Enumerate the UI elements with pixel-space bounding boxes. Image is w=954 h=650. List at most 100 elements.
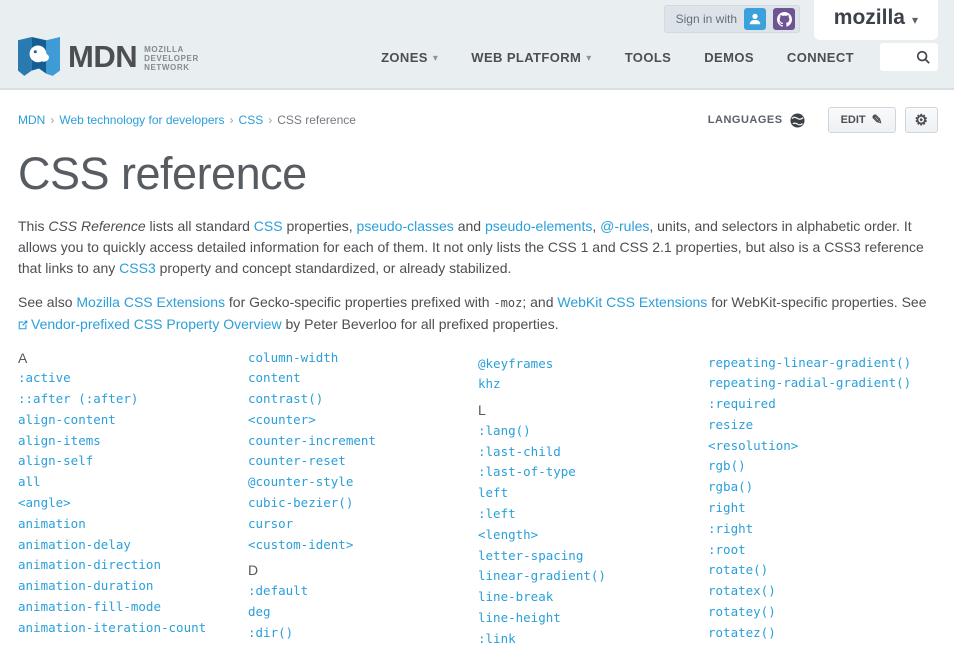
index-entry-link[interactable]: counter-reset bbox=[248, 453, 346, 468]
index-entry: linear-gradient() bbox=[478, 566, 708, 587]
inline-link[interactable]: CSS bbox=[254, 218, 283, 234]
languages-button[interactable]: LANGUAGES bbox=[708, 113, 805, 128]
index-entry-link[interactable]: rgba() bbox=[708, 479, 753, 494]
signin-persona-button[interactable] bbox=[744, 8, 766, 30]
index-entry-link[interactable]: align-content bbox=[18, 412, 116, 427]
nav-item-tools[interactable]: TOOLS bbox=[625, 50, 672, 65]
nav-item-web-platform[interactable]: WEB PLATFORM▾ bbox=[471, 50, 591, 65]
index-entry-link[interactable]: @counter-style bbox=[248, 474, 353, 489]
index-entry-link[interactable]: <counter> bbox=[248, 412, 316, 427]
index-entry-link[interactable]: animation-delay bbox=[18, 537, 131, 552]
index-entry-link[interactable]: animation-fill-mode bbox=[18, 599, 161, 614]
breadcrumb-link[interactable]: Web technology for developers bbox=[59, 113, 224, 127]
index-entry: align-items bbox=[18, 431, 248, 452]
index-entry-link[interactable]: :required bbox=[708, 396, 776, 411]
breadcrumb-link[interactable]: MDN bbox=[18, 113, 45, 127]
index-entry-link[interactable]: linear-gradient() bbox=[478, 568, 606, 583]
index-entry-link[interactable]: repeating-radial-gradient() bbox=[708, 375, 911, 390]
edit-button[interactable]: EDIT ✎ bbox=[828, 107, 896, 133]
index-entry: letter-spacing bbox=[478, 546, 708, 567]
index-entry-link[interactable]: <length> bbox=[478, 527, 538, 542]
inline-link[interactable]: pseudo-classes bbox=[357, 218, 454, 234]
signin-github-button[interactable] bbox=[773, 8, 795, 30]
index-entry-link[interactable]: :link bbox=[478, 631, 516, 646]
index-entry-link[interactable]: animation bbox=[18, 516, 86, 531]
index-entry: rotatez() bbox=[708, 623, 938, 644]
index-entry-link[interactable]: ::after (:after) bbox=[18, 391, 138, 406]
index-entry-link[interactable]: column-width bbox=[248, 350, 338, 365]
index-entry-link[interactable]: <custom-ident> bbox=[248, 537, 353, 552]
index-entry-link[interactable]: deg bbox=[248, 604, 271, 619]
index-entry-link[interactable]: align-self bbox=[18, 453, 93, 468]
index-entry-link[interactable]: resize bbox=[708, 417, 753, 432]
index-entry-link[interactable]: :default bbox=[248, 583, 308, 598]
search-box[interactable] bbox=[880, 43, 938, 71]
index-entry-link[interactable]: rotate() bbox=[708, 562, 768, 577]
intro-paragraph: See also Mozilla CSS Extensions for Geck… bbox=[18, 292, 938, 335]
settings-button[interactable]: ⚙ bbox=[905, 107, 938, 133]
index-entry: <length> bbox=[478, 525, 708, 546]
index-entry-link[interactable]: contrast() bbox=[248, 391, 323, 406]
index-entry-link[interactable]: counter-increment bbox=[248, 433, 376, 448]
index-entry-link[interactable]: :active bbox=[18, 370, 71, 385]
index-entry-link[interactable]: @keyframes bbox=[478, 356, 553, 371]
nav-item-demos[interactable]: DEMOS bbox=[704, 50, 754, 65]
inline-link[interactable]: pseudo-elements bbox=[485, 218, 592, 234]
index-entry-link[interactable]: rgb() bbox=[708, 458, 746, 473]
index-entry-link[interactable]: :last-child bbox=[478, 444, 561, 459]
index-entry-link[interactable]: animation-duration bbox=[18, 578, 153, 593]
nav-item-zones[interactable]: ZONES▾ bbox=[381, 50, 438, 65]
index-entry-link[interactable]: animation-direction bbox=[18, 557, 161, 572]
index-entry: column-width bbox=[248, 348, 478, 369]
index-entry-link[interactable]: animation-iteration-count bbox=[18, 620, 206, 635]
inline-link[interactable]: CSS3 bbox=[119, 260, 156, 276]
globe-icon bbox=[783, 113, 805, 128]
breadcrumb-link[interactable]: CSS bbox=[239, 113, 264, 127]
index-entry: cubic-bezier() bbox=[248, 493, 478, 514]
signin-label: Sign in with bbox=[676, 12, 737, 26]
inline-link[interactable]: Vendor-prefixed CSS Property Overview bbox=[18, 316, 282, 332]
mdn-logo-subtitle-line: DEVELOPER bbox=[144, 54, 199, 63]
index-entry-link[interactable]: line-height bbox=[478, 610, 561, 625]
index-entry-link[interactable]: :right bbox=[708, 521, 753, 536]
inline-link[interactable]: Mozilla CSS Extensions bbox=[76, 294, 225, 310]
index-entry-link[interactable]: <resolution> bbox=[708, 438, 798, 453]
index-entry-link[interactable]: line-break bbox=[478, 589, 553, 604]
index-entry-link[interactable]: :root bbox=[708, 542, 746, 557]
index-entry-link[interactable]: khz bbox=[478, 376, 501, 391]
index-entry-link[interactable]: rotatex() bbox=[708, 583, 776, 598]
search-input[interactable] bbox=[888, 49, 916, 65]
index-entry-link[interactable]: :left bbox=[478, 506, 516, 521]
index-entry: :last-of-type bbox=[478, 462, 708, 483]
index-entry: khz bbox=[478, 374, 708, 395]
index-entry-link[interactable]: :dir() bbox=[248, 625, 293, 640]
index-entry-link[interactable]: left bbox=[478, 485, 508, 500]
toolbar-actions: LANGUAGES EDIT ✎ ⚙ bbox=[708, 107, 938, 133]
index-entry-link[interactable]: repeating-linear-gradient() bbox=[708, 355, 911, 370]
index-entry-link[interactable]: <angle> bbox=[18, 495, 71, 510]
search-icon[interactable] bbox=[916, 50, 930, 64]
index-entry-link[interactable]: rotatez() bbox=[708, 625, 776, 640]
index-entry-link[interactable]: :last-of-type bbox=[478, 464, 576, 479]
index-entry: right bbox=[708, 498, 938, 519]
index-entry-link[interactable]: letter-spacing bbox=[478, 548, 583, 563]
index-entry-link[interactable]: cursor bbox=[248, 516, 293, 531]
inline-link[interactable]: WebKit CSS Extensions bbox=[557, 294, 707, 310]
index-entry-link[interactable]: rotatey() bbox=[708, 604, 776, 619]
index-entry-link[interactable]: :lang() bbox=[478, 423, 531, 438]
index-entry-link[interactable]: all bbox=[18, 474, 41, 489]
nav-item-connect[interactable]: CONNECT bbox=[787, 50, 854, 65]
index-entry-link[interactable]: content bbox=[248, 370, 301, 385]
index-entry: align-content bbox=[18, 410, 248, 431]
index-entry-link[interactable]: cubic-bezier() bbox=[248, 495, 353, 510]
inline-link[interactable]: @-rules bbox=[600, 218, 649, 234]
intro-paragraph: This CSS Reference lists all standard CS… bbox=[18, 216, 938, 279]
index-entry: :link bbox=[478, 629, 708, 650]
index-entry-link[interactable]: right bbox=[708, 500, 746, 515]
index-entry: counter-reset bbox=[248, 451, 478, 472]
index-entry: :required bbox=[708, 394, 938, 415]
index-entry-link[interactable]: align-items bbox=[18, 433, 101, 448]
mozilla-menu-tab[interactable]: mozilla ▾ bbox=[814, 0, 938, 40]
index-entry: :default bbox=[248, 581, 478, 602]
mdn-logo[interactable]: MDN MOZILLADEVELOPERNETWORK bbox=[18, 36, 199, 78]
